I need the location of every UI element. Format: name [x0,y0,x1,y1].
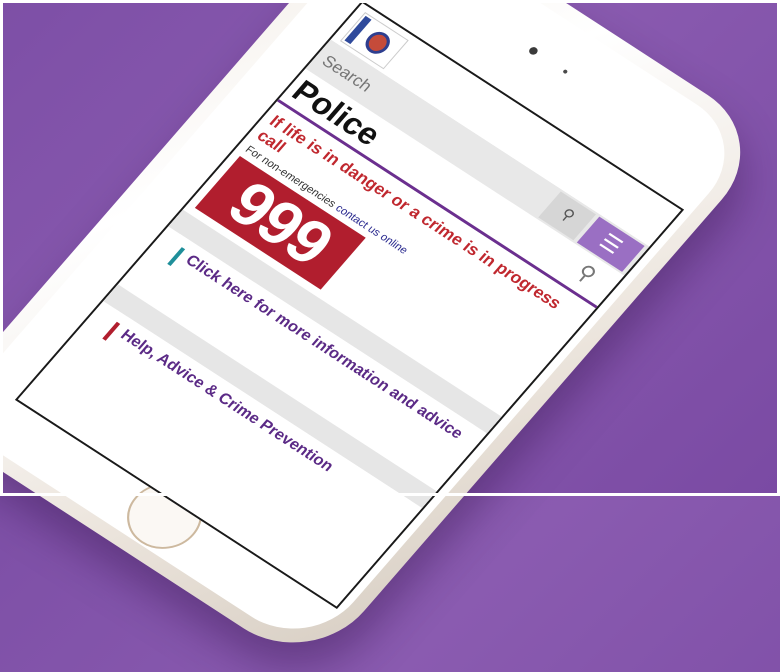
speaker-dot [562,69,569,75]
search-icon: ⚲ [556,205,578,226]
phone-bezel: ⚲ ☰ Police ⚲ If life is in danger or a c… [0,0,754,654]
phone-screen: ⚲ ☰ Police ⚲ If life is in danger or a c… [14,0,685,609]
hamburger-icon: ☰ [594,228,628,259]
magnifier-icon[interactable]: ⚲ [571,259,610,293]
smartphone: ⚲ ☰ Police ⚲ If life is in danger or a c… [0,0,775,672]
crest-icon [360,27,395,58]
front-camera [527,45,540,57]
